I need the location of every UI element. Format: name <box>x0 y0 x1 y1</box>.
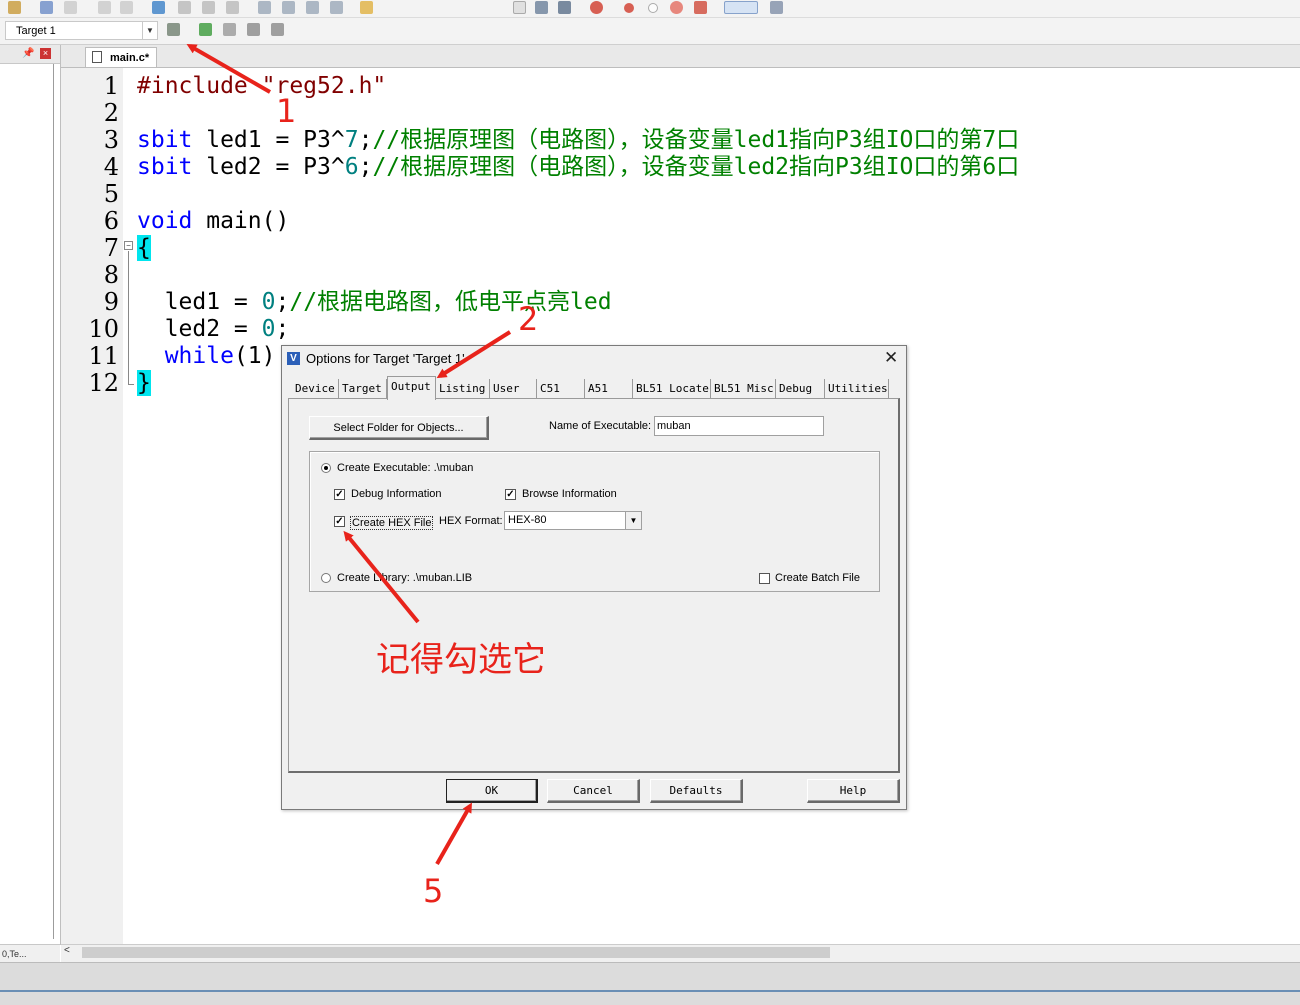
annotation-arrows <box>186 44 512 865</box>
arrow-note <box>343 530 420 624</box>
annotation-number-5: 5 <box>423 872 444 910</box>
tab-output[interactable]: Output <box>387 376 436 400</box>
arrow-1 <box>186 44 271 94</box>
annotation-number-1: 1 <box>276 92 297 130</box>
annotation-note: 记得勾选它 <box>376 640 546 680</box>
arrow-2 <box>436 330 512 379</box>
arrow-5 <box>435 802 472 865</box>
annotation-number-2: 2 <box>518 300 539 338</box>
